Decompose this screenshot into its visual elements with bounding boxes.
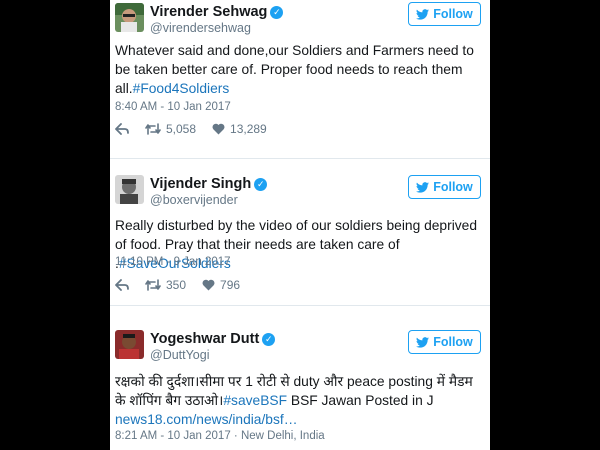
- retweet-count: 350: [166, 278, 187, 292]
- retweet-icon: [145, 279, 161, 291]
- heart-icon: [202, 279, 215, 291]
- follow-label: Follow: [433, 7, 473, 21]
- reply-icon: [115, 123, 129, 135]
- follow-label: Follow: [433, 335, 473, 349]
- retweet-icon: [145, 123, 161, 135]
- follow-label: Follow: [433, 180, 473, 194]
- tweet-card: Yogeshwar Dutt ✓ @DuttYogi Follow रक्षको …: [110, 306, 490, 450]
- author-handle[interactable]: @boxervijender: [150, 193, 238, 207]
- tweet-card: Vijender Singh ✓ @boxervijender Follow Re…: [110, 159, 490, 305]
- author-name[interactable]: Virender Sehwag ✓: [150, 4, 284, 20]
- tweet-card: Virender Sehwag ✓ @virendersehwag Follow …: [110, 0, 490, 158]
- follow-button[interactable]: Follow: [408, 175, 481, 199]
- reply-button[interactable]: [115, 279, 129, 291]
- follow-button[interactable]: Follow: [408, 2, 481, 26]
- like-button[interactable]: 13,289: [212, 122, 267, 136]
- article-link[interactable]: news18.com/news/india/bsf…: [115, 412, 298, 427]
- like-count: 13,289: [230, 122, 267, 136]
- avatar[interactable]: [115, 3, 144, 32]
- reply-icon: [115, 279, 129, 291]
- tweet-timestamp[interactable]: 8:21 AM - 10 Jan 2017 · New Delhi, India: [115, 430, 325, 442]
- hashtag-link[interactable]: #saveBSF: [223, 393, 287, 408]
- author-handle[interactable]: @DuttYogi: [150, 348, 210, 362]
- avatar[interactable]: [115, 175, 144, 204]
- reply-button[interactable]: [115, 123, 129, 135]
- tweets-panel: Virender Sehwag ✓ @virendersehwag Follow …: [110, 0, 490, 450]
- verified-icon: ✓: [254, 178, 268, 191]
- verified-icon: ✓: [262, 333, 276, 346]
- like-button[interactable]: 796: [202, 278, 240, 292]
- bird-icon: [416, 336, 430, 348]
- tweet-timestamp[interactable]: 8:40 AM - 10 Jan 2017: [115, 101, 231, 113]
- retweet-count: 5,058: [166, 122, 197, 136]
- retweet-button[interactable]: 5,058: [145, 122, 196, 136]
- author-handle[interactable]: @virendersehwag: [150, 21, 251, 35]
- author-name[interactable]: Yogeshwar Dutt ✓: [150, 331, 276, 347]
- hashtag-link[interactable]: #Food4Soldiers: [133, 81, 230, 96]
- retweet-button[interactable]: 350: [145, 278, 186, 292]
- verified-icon: ✓: [270, 6, 284, 19]
- author-name[interactable]: Vijender Singh ✓: [150, 176, 268, 192]
- bird-icon: [416, 8, 430, 20]
- follow-button[interactable]: Follow: [408, 330, 481, 354]
- tweet-text: रक्षको की दुर्दशा।सीमा पर 1 रोटी से duty…: [115, 374, 473, 427]
- tweet-actions: 350 796: [115, 278, 256, 292]
- avatar[interactable]: [115, 330, 144, 359]
- tweet-timestamp[interactable]: 11:10 PM - 9 Jan 2017: [115, 256, 231, 268]
- tweet-location: · New Delhi, India: [230, 430, 325, 442]
- tweet-actions: 5,058 13,289: [115, 122, 283, 136]
- tweet-text: Whatever said and done,our Soldiers and …: [115, 43, 474, 96]
- heart-icon: [212, 123, 225, 135]
- bird-icon: [416, 181, 430, 193]
- like-count: 796: [220, 278, 241, 292]
